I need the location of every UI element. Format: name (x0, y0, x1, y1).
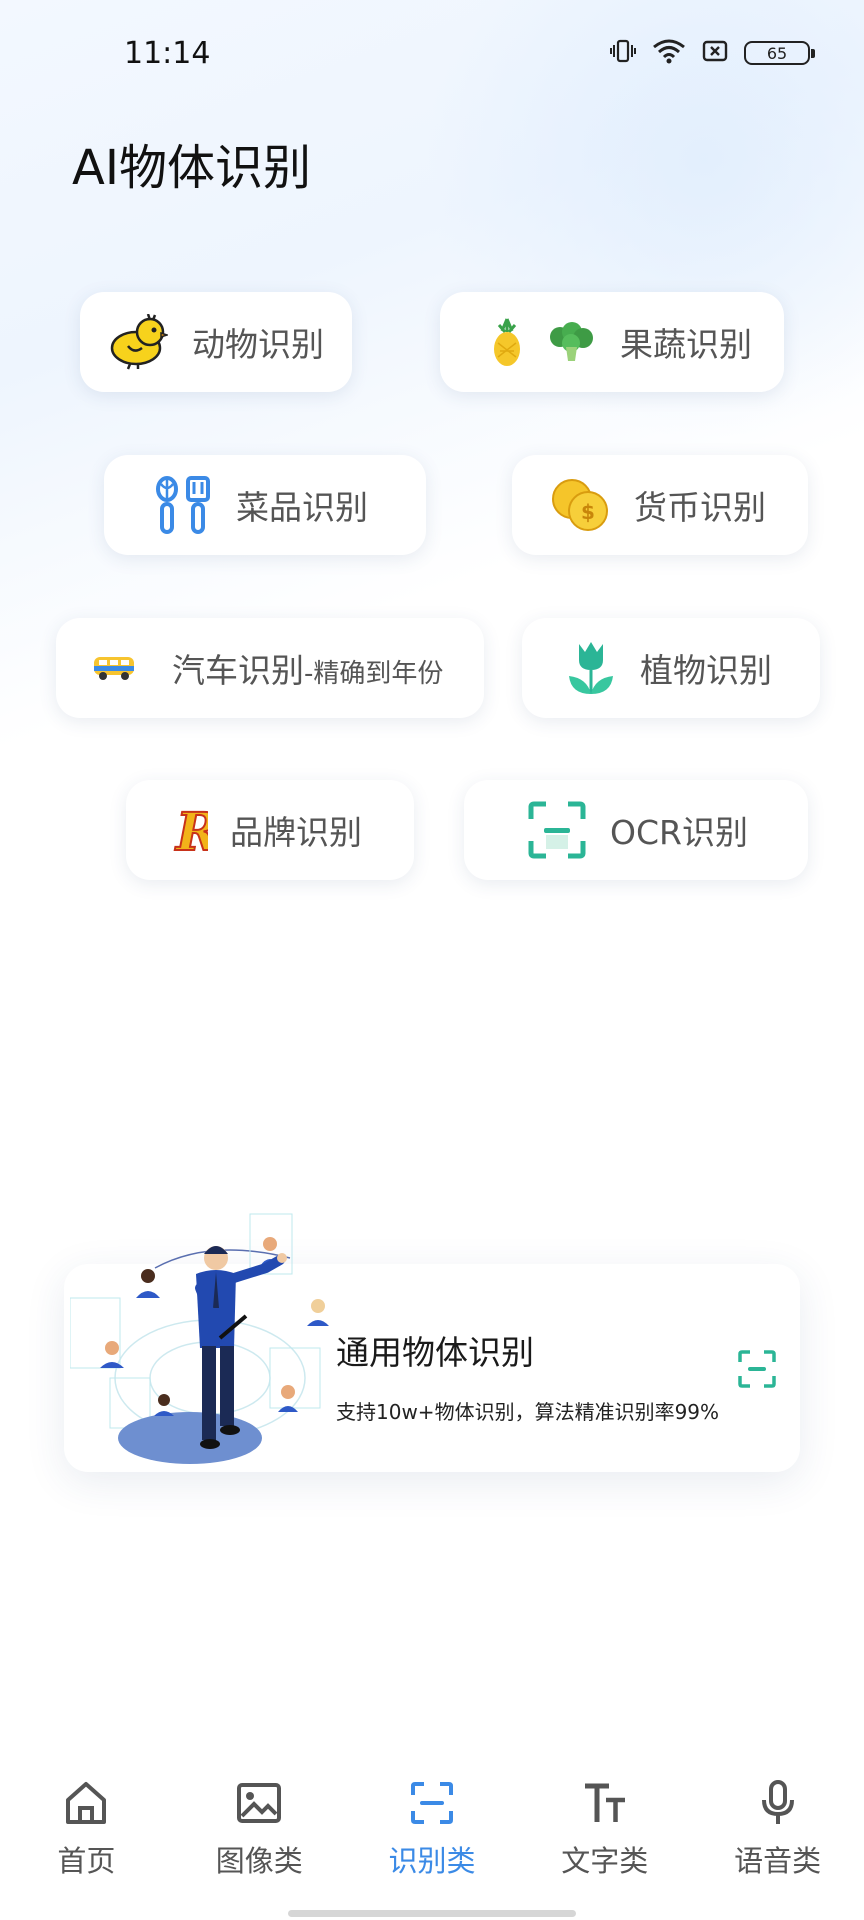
no-sim-icon (702, 39, 728, 67)
ocr-recognition-button[interactable]: OCR识别 (464, 780, 808, 880)
nav-voice[interactable]: 语音类 (691, 1780, 864, 1880)
nav-text[interactable]: 文字类 (518, 1780, 691, 1880)
nav-label: 文字类 (561, 1844, 649, 1878)
text-icon (582, 1780, 628, 1826)
plant-recognition-label: 植物识别 (640, 651, 772, 690)
currency-recognition-button[interactable]: $ 货币识别 (512, 455, 808, 555)
dish-recognition-label: 菜品识别 (236, 488, 368, 527)
nav-label: 语音类 (734, 1844, 822, 1878)
home-indicator[interactable] (288, 1910, 576, 1917)
plant-recognition-button[interactable]: 植物识别 (522, 618, 820, 718)
home-icon (62, 1780, 110, 1826)
wifi-icon (652, 38, 686, 68)
fruit-veg-recognition-button[interactable]: 果蔬识别 (440, 292, 784, 392)
scan-icon (410, 1780, 454, 1826)
tulip-icon (566, 640, 616, 696)
chick-icon (106, 314, 168, 370)
kitchen-utensils-icon (152, 476, 212, 534)
vibrate-icon (610, 38, 636, 68)
animal-recognition-label: 动物识别 (192, 325, 324, 364)
feature-description: 支持10w+物体识别，算法精准识别率99% (336, 1400, 720, 1424)
svg-text:R: R (174, 802, 208, 860)
broccoli-icon (546, 321, 596, 363)
nav-label: 图像类 (215, 1844, 303, 1878)
nav-image[interactable]: 图像类 (173, 1780, 346, 1880)
image-icon (236, 1780, 282, 1826)
currency-recognition-label: 货币识别 (634, 488, 766, 527)
pineapple-icon (490, 317, 524, 367)
car-recognition-title: 汽车识别 (172, 651, 304, 690)
nav-label: 首页 (57, 1844, 116, 1878)
car-recognition-suffix: -精确到年份 (304, 659, 444, 689)
page-title: AI物体识别 (72, 140, 311, 196)
status-bar: 11:14 65 (0, 0, 864, 110)
ocr-recognition-label: OCR识别 (610, 813, 748, 852)
bus-icon (92, 654, 136, 682)
feature-title: 通用物体识别 (336, 1333, 534, 1372)
brand-recognition-button[interactable]: R 品牌识别 (126, 780, 414, 880)
coins-icon: $ (550, 477, 608, 533)
car-recognition-label: 汽车识别-精确到年份 (172, 644, 443, 692)
mic-icon (760, 1780, 796, 1826)
nav-label: 识别类 (388, 1844, 476, 1878)
svg-text:$: $ (581, 500, 595, 524)
presenter-illustration (69, 1208, 370, 1478)
car-recognition-button[interactable]: 汽车识别-精确到年份 (56, 618, 484, 718)
animal-recognition-button[interactable]: 动物识别 (80, 292, 352, 392)
scan-icon[interactable] (738, 1350, 776, 1392)
dish-recognition-button[interactable]: 菜品识别 (104, 455, 426, 555)
status-icons: 65 (610, 38, 815, 68)
brand-logo-icon: R (172, 800, 208, 860)
fruit-veg-recognition-label: 果蔬识别 (620, 325, 752, 364)
bottom-navigation: 首页 图像类 识别类 文字类 语音类 (0, 1780, 864, 1880)
nav-recognition[interactable]: 识别类 (346, 1780, 519, 1880)
scan-frame-icon (528, 801, 586, 859)
status-time: 11:14 (124, 36, 211, 71)
nav-home[interactable]: 首页 (0, 1780, 173, 1880)
battery-icon: 65 (744, 41, 815, 65)
brand-recognition-label: 品牌识别 (230, 813, 362, 852)
